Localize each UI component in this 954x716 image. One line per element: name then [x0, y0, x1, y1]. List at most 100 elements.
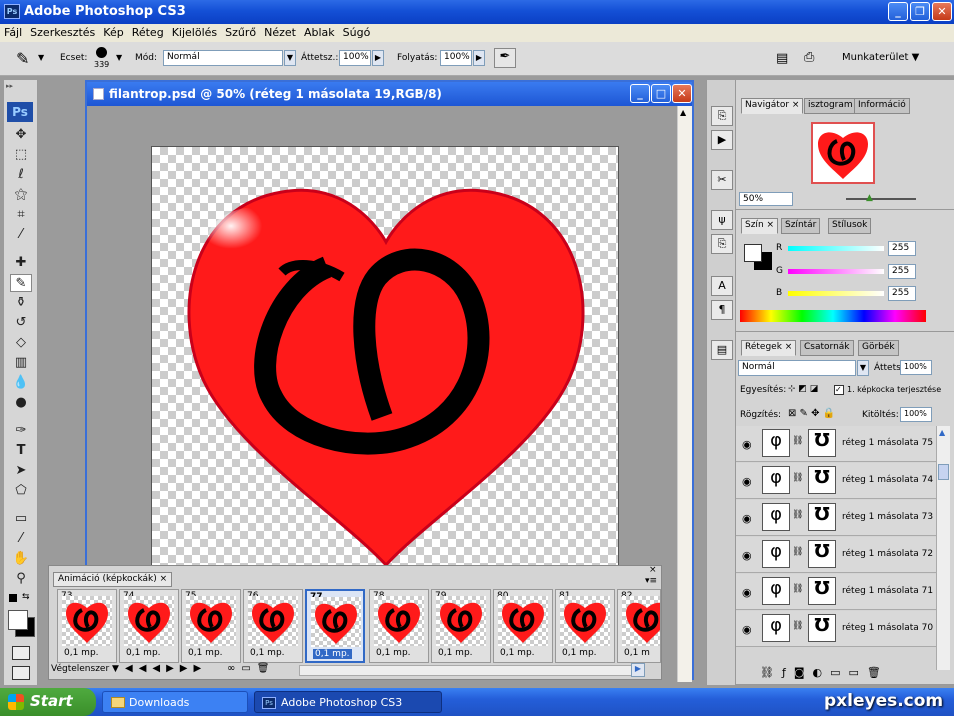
workspace-menu[interactable]: Munkaterület ▼ [842, 52, 919, 63]
frame-delay[interactable]: 0,1 mp. [500, 648, 535, 658]
tab-channels[interactable]: Csatornák [800, 340, 854, 356]
playback-controls[interactable]: ◀◀◀▶▶▶ [125, 663, 207, 674]
airbrush-icon[interactable]: ✒ [494, 48, 516, 68]
r-input[interactable]: 255 [888, 241, 916, 256]
palette-well-icon[interactable]: ▤ [776, 51, 788, 66]
frame-delay[interactable]: 0,1 m [624, 648, 650, 658]
character-panel-icon[interactable]: A [711, 276, 733, 296]
clone-source-icon[interactable]: ⎘ [711, 234, 733, 254]
actions-panel-icon[interactable]: ▶ [711, 130, 733, 150]
doc-maximize-button[interactable]: □ [651, 84, 671, 103]
history-brush-tool-icon[interactable]: ↺ [10, 314, 32, 332]
canvas[interactable] [151, 146, 619, 568]
visibility-eye-icon[interactable]: ◉ [742, 623, 752, 636]
zoom-tool-icon[interactable]: ⚲ [10, 570, 32, 588]
gradient-tool-icon[interactable]: ▥ [10, 354, 32, 372]
mode-dropdown-icon[interactable]: ▼ [284, 50, 296, 66]
magic-wand-tool-icon[interactable]: ⚝ [10, 186, 32, 204]
animation-frame[interactable]: 790,1 mp. [431, 589, 491, 663]
eyedropper-tool-icon[interactable]: ⁄ [10, 530, 32, 548]
b-slider[interactable] [788, 291, 884, 296]
animation-frame[interactable]: 800,1 mp. [493, 589, 553, 663]
tab-paths[interactable]: Görbék [858, 340, 899, 356]
opacity-input[interactable]: 100% [339, 50, 371, 66]
crop-tool-icon[interactable]: ⌗ [10, 206, 32, 224]
navigator-zoom-slider[interactable] [846, 198, 916, 200]
menu-view[interactable]: Nézet [260, 24, 300, 41]
navigator-preview[interactable] [811, 122, 875, 184]
photoshop-badge[interactable]: Ps [7, 102, 33, 122]
blur-tool-icon[interactable]: 💧 [10, 374, 32, 392]
layer-row[interactable]: ◉ φ ⛓ Ʊ réteg 1 másolata 71 [736, 574, 936, 610]
maximize-button[interactable]: ❐ [910, 2, 930, 21]
tool-presets-icon[interactable]: ✂ [711, 170, 733, 190]
animation-frame[interactable]: 740,1 mp. [119, 589, 179, 663]
visibility-eye-icon[interactable]: ◉ [742, 438, 752, 451]
layers-scroll-up-icon[interactable]: ▲ [939, 428, 945, 437]
document-vertical-scrollbar[interactable]: ▲ [677, 106, 692, 682]
frame-delay[interactable]: 0,1 mp. [376, 648, 411, 658]
lock-icons[interactable]: ⊠ ✎ ✥ 🔒 [788, 408, 835, 419]
toolbox-collapse-icon[interactable]: ▸▸ [6, 82, 34, 90]
frame-delay[interactable]: 0,1 mp. [438, 648, 473, 658]
frame-delay[interactable]: 0,1 mp. [562, 648, 597, 658]
tab-info[interactable]: Információ [854, 98, 910, 114]
shape-tool-icon[interactable]: ⬠ [10, 482, 32, 500]
taskbar-item-photoshop[interactable]: Ps Adobe Photoshop CS3 [254, 691, 442, 713]
animation-frame[interactable]: 820,1 m [617, 589, 661, 663]
layer-row[interactable]: ◉ φ ⛓ Ʊ réteg 1 másolata 72 [736, 537, 936, 573]
start-button[interactable]: Start [0, 688, 96, 716]
menu-filter[interactable]: Szűrő [221, 24, 260, 41]
layers-bottom-toolbar[interactable]: ⛓ƒ◙◐▭▭🗑 [760, 666, 889, 679]
frame-delay[interactable]: 0,1 mp. [64, 648, 99, 658]
navigator-zoom-input[interactable]: 50% [739, 192, 793, 206]
visibility-eye-icon[interactable]: ◉ [742, 549, 752, 562]
flow-input[interactable]: 100% [440, 50, 472, 66]
eraser-tool-icon[interactable]: ◇ [10, 334, 32, 352]
g-slider[interactable] [788, 269, 884, 274]
animation-frame[interactable]: 780,1 mp. [369, 589, 429, 663]
menu-window[interactable]: Ablak [300, 24, 339, 41]
frame-delay[interactable]: 0,1 mp. [188, 648, 223, 658]
layers-scroll-thumb[interactable] [938, 464, 949, 480]
blend-mode-select[interactable]: Normál [738, 360, 856, 376]
doc-minimize-button[interactable]: _ [630, 84, 650, 103]
zoom-slider-thumb-icon[interactable]: ▲ [866, 193, 873, 203]
g-input[interactable]: 255 [888, 264, 916, 279]
visibility-eye-icon[interactable]: ◉ [742, 475, 752, 488]
color-fg-swatch[interactable] [744, 244, 762, 262]
swap-colors-icon[interactable]: ⇆ [22, 592, 30, 602]
color-spectrum-bar[interactable] [740, 310, 926, 322]
path-selection-tool-icon[interactable]: ➤ [10, 462, 32, 480]
animation-close-icon[interactable]: × [649, 565, 657, 575]
brush-picker-arrow-icon[interactable]: ▼ [116, 53, 122, 62]
slice-tool-icon[interactable]: ⁄ [10, 226, 32, 244]
tab-styles[interactable]: Stílusok [828, 218, 872, 234]
quick-mask-icon[interactable] [12, 646, 30, 660]
tab-navigator[interactable]: Navigátor × [741, 98, 804, 114]
type-tool-icon[interactable]: T [10, 442, 32, 460]
frame-delay[interactable]: 0,1 mp. [126, 648, 161, 658]
visibility-eye-icon[interactable]: ◉ [742, 586, 752, 599]
doc-close-button[interactable]: ✕ [672, 84, 692, 103]
brushes-panel-icon[interactable]: ψ [711, 210, 733, 230]
r-slider[interactable] [788, 246, 884, 251]
tab-layers[interactable]: Rétegek × [741, 340, 797, 356]
mode-select[interactable]: Normál [163, 50, 283, 66]
layer-row[interactable]: ◉ φ ⛓ Ʊ réteg 1 másolata 74 [736, 463, 936, 499]
layers-scrollbar[interactable]: ▲ [936, 426, 950, 670]
screen-mode-icon[interactable] [12, 666, 30, 680]
animation-frame-selected[interactable]: 770,1 mp. [305, 589, 365, 663]
animation-menu-icon[interactable]: ▾≡ [645, 576, 657, 586]
notes-tool-icon[interactable]: ▭ [10, 510, 32, 528]
lasso-tool-icon[interactable]: ℓ [10, 166, 32, 184]
menu-help[interactable]: Súgó [339, 24, 375, 41]
taskbar-item-downloads[interactable]: Downloads [102, 691, 248, 713]
layer-comps-icon[interactable]: ▤ [711, 340, 733, 360]
animation-frame[interactable]: 730,1 mp. [57, 589, 117, 663]
animation-frame[interactable]: 750,1 mp. [181, 589, 241, 663]
animation-frame[interactable]: 760,1 mp. [243, 589, 303, 663]
propagate-checkbox[interactable]: ✓ [834, 385, 844, 395]
brush-preview-icon[interactable] [96, 47, 107, 58]
unify-icons[interactable]: ⊹ ◩ ◪ [788, 384, 818, 394]
